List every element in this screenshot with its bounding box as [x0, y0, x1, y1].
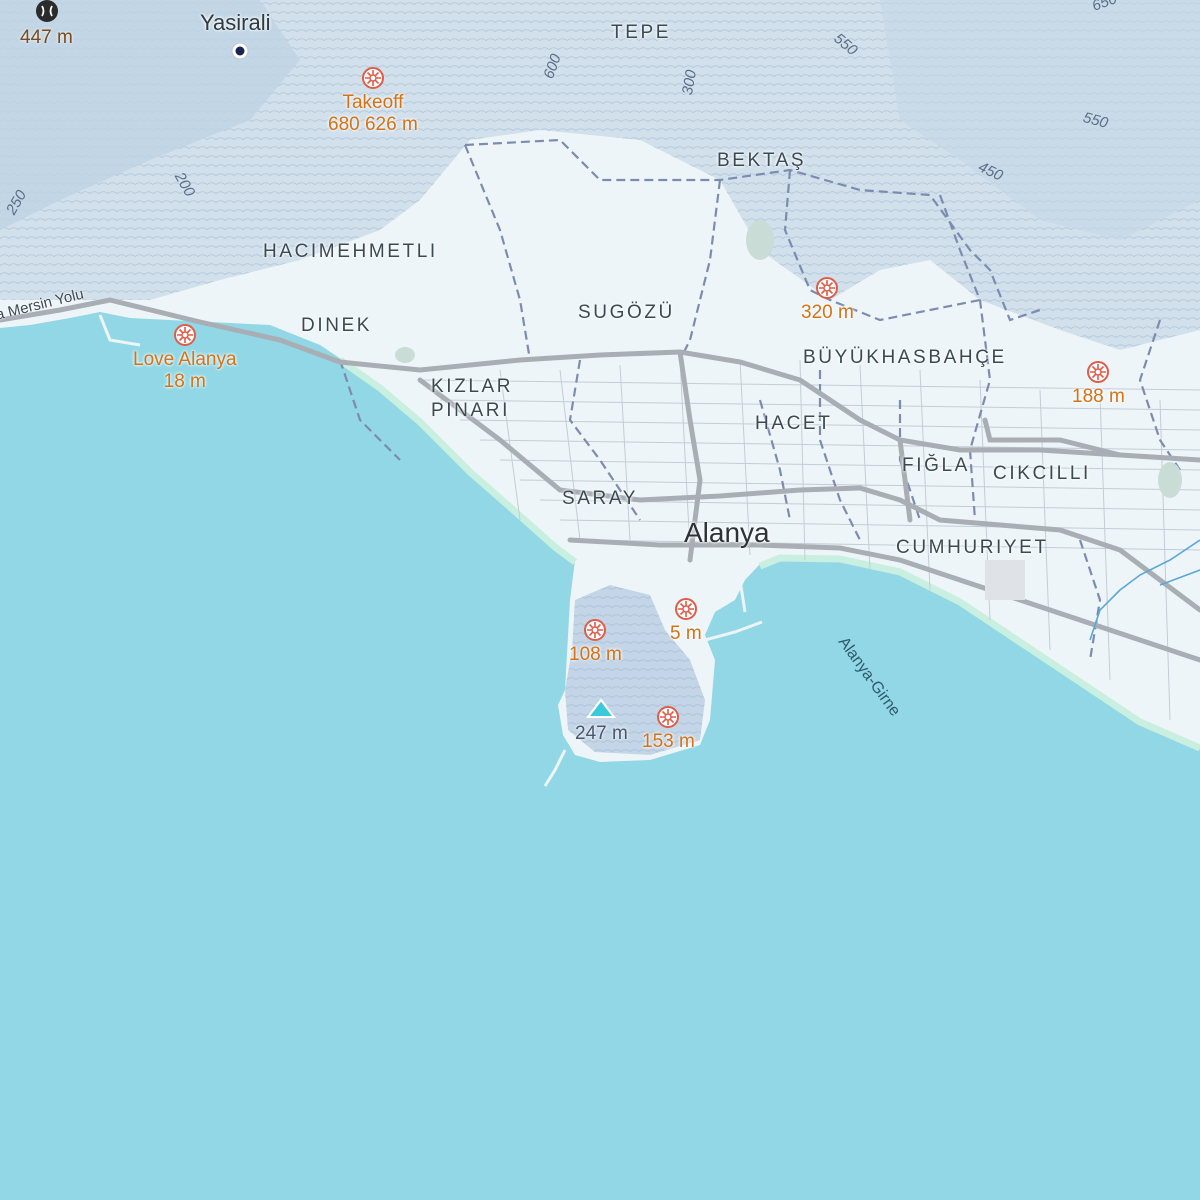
paraglide-icon	[657, 706, 680, 728]
district-sugozu: SUGÖZÜ	[578, 302, 675, 323]
paraglide-icon	[584, 619, 607, 641]
district-figla: FIĞLA	[902, 455, 970, 476]
peak-elevation: 247 m	[575, 723, 628, 744]
village-marker-icon[interactable]	[230, 41, 250, 61]
poi-love-alanya[interactable]: Love Alanya 18 m	[133, 323, 237, 393]
district-saray: SARAY	[562, 488, 639, 509]
district-cikcilli: CIKCILLI	[993, 463, 1091, 484]
district-hacimehmetli: HACIMEHMETLI	[263, 241, 438, 262]
district-buyukhasbahce: BÜYÜKHASBAHÇE	[803, 347, 1007, 368]
poi-elevation: 18 m	[163, 371, 206, 392]
poi-153[interactable]: 153 m	[642, 705, 695, 753]
paraglide-icon	[173, 324, 196, 346]
district-cumhuriyet: CUMHURIYET	[896, 537, 1049, 558]
poi-5[interactable]: 5 m	[670, 597, 702, 645]
poi-elevation: 188 m	[1072, 386, 1125, 407]
district-dinek: DINEK	[301, 315, 373, 336]
district-hacet: HACET	[755, 413, 833, 434]
pass-icon[interactable]	[34, 0, 60, 24]
peak-marker[interactable]: 247 m	[575, 697, 628, 745]
pass-elevation: 447 m	[20, 27, 73, 48]
district-kizlar: KIZLAR	[431, 376, 514, 397]
poi-elevation: 5 m	[670, 623, 702, 644]
poi-name: Love Alanya	[133, 349, 237, 370]
paraglide-icon	[816, 277, 839, 299]
poi-name: Takeoff	[342, 92, 404, 113]
city-label: Alanya	[684, 517, 770, 548]
poi-elevation: 108 m	[569, 644, 622, 665]
map-view[interactable]: Yasirali Alanya TEPE BEKTAŞ HACIMEHMETLI…	[0, 0, 1200, 1200]
poi-108[interactable]: 108 m	[569, 618, 622, 666]
mountain-peak-icon	[586, 698, 617, 718]
district-bektas: BEKTAŞ	[717, 150, 807, 171]
poi-320[interactable]: 320 m	[801, 276, 854, 324]
poi-188[interactable]: 188 m	[1072, 360, 1125, 408]
district-pinari: PINARI	[431, 400, 510, 421]
paraglide-icon	[1087, 361, 1110, 383]
paraglide-icon	[361, 67, 384, 89]
poi-elevation: 153 m	[642, 731, 695, 752]
poi-elevation: 680 626 m	[328, 114, 418, 135]
poi-takeoff[interactable]: Takeoff 680 626 m	[328, 66, 418, 136]
district-tepe: TEPE	[611, 22, 672, 43]
village-label: Yasirali	[200, 10, 271, 35]
paraglide-icon	[674, 598, 697, 620]
poi-elevation: 320 m	[801, 302, 854, 323]
